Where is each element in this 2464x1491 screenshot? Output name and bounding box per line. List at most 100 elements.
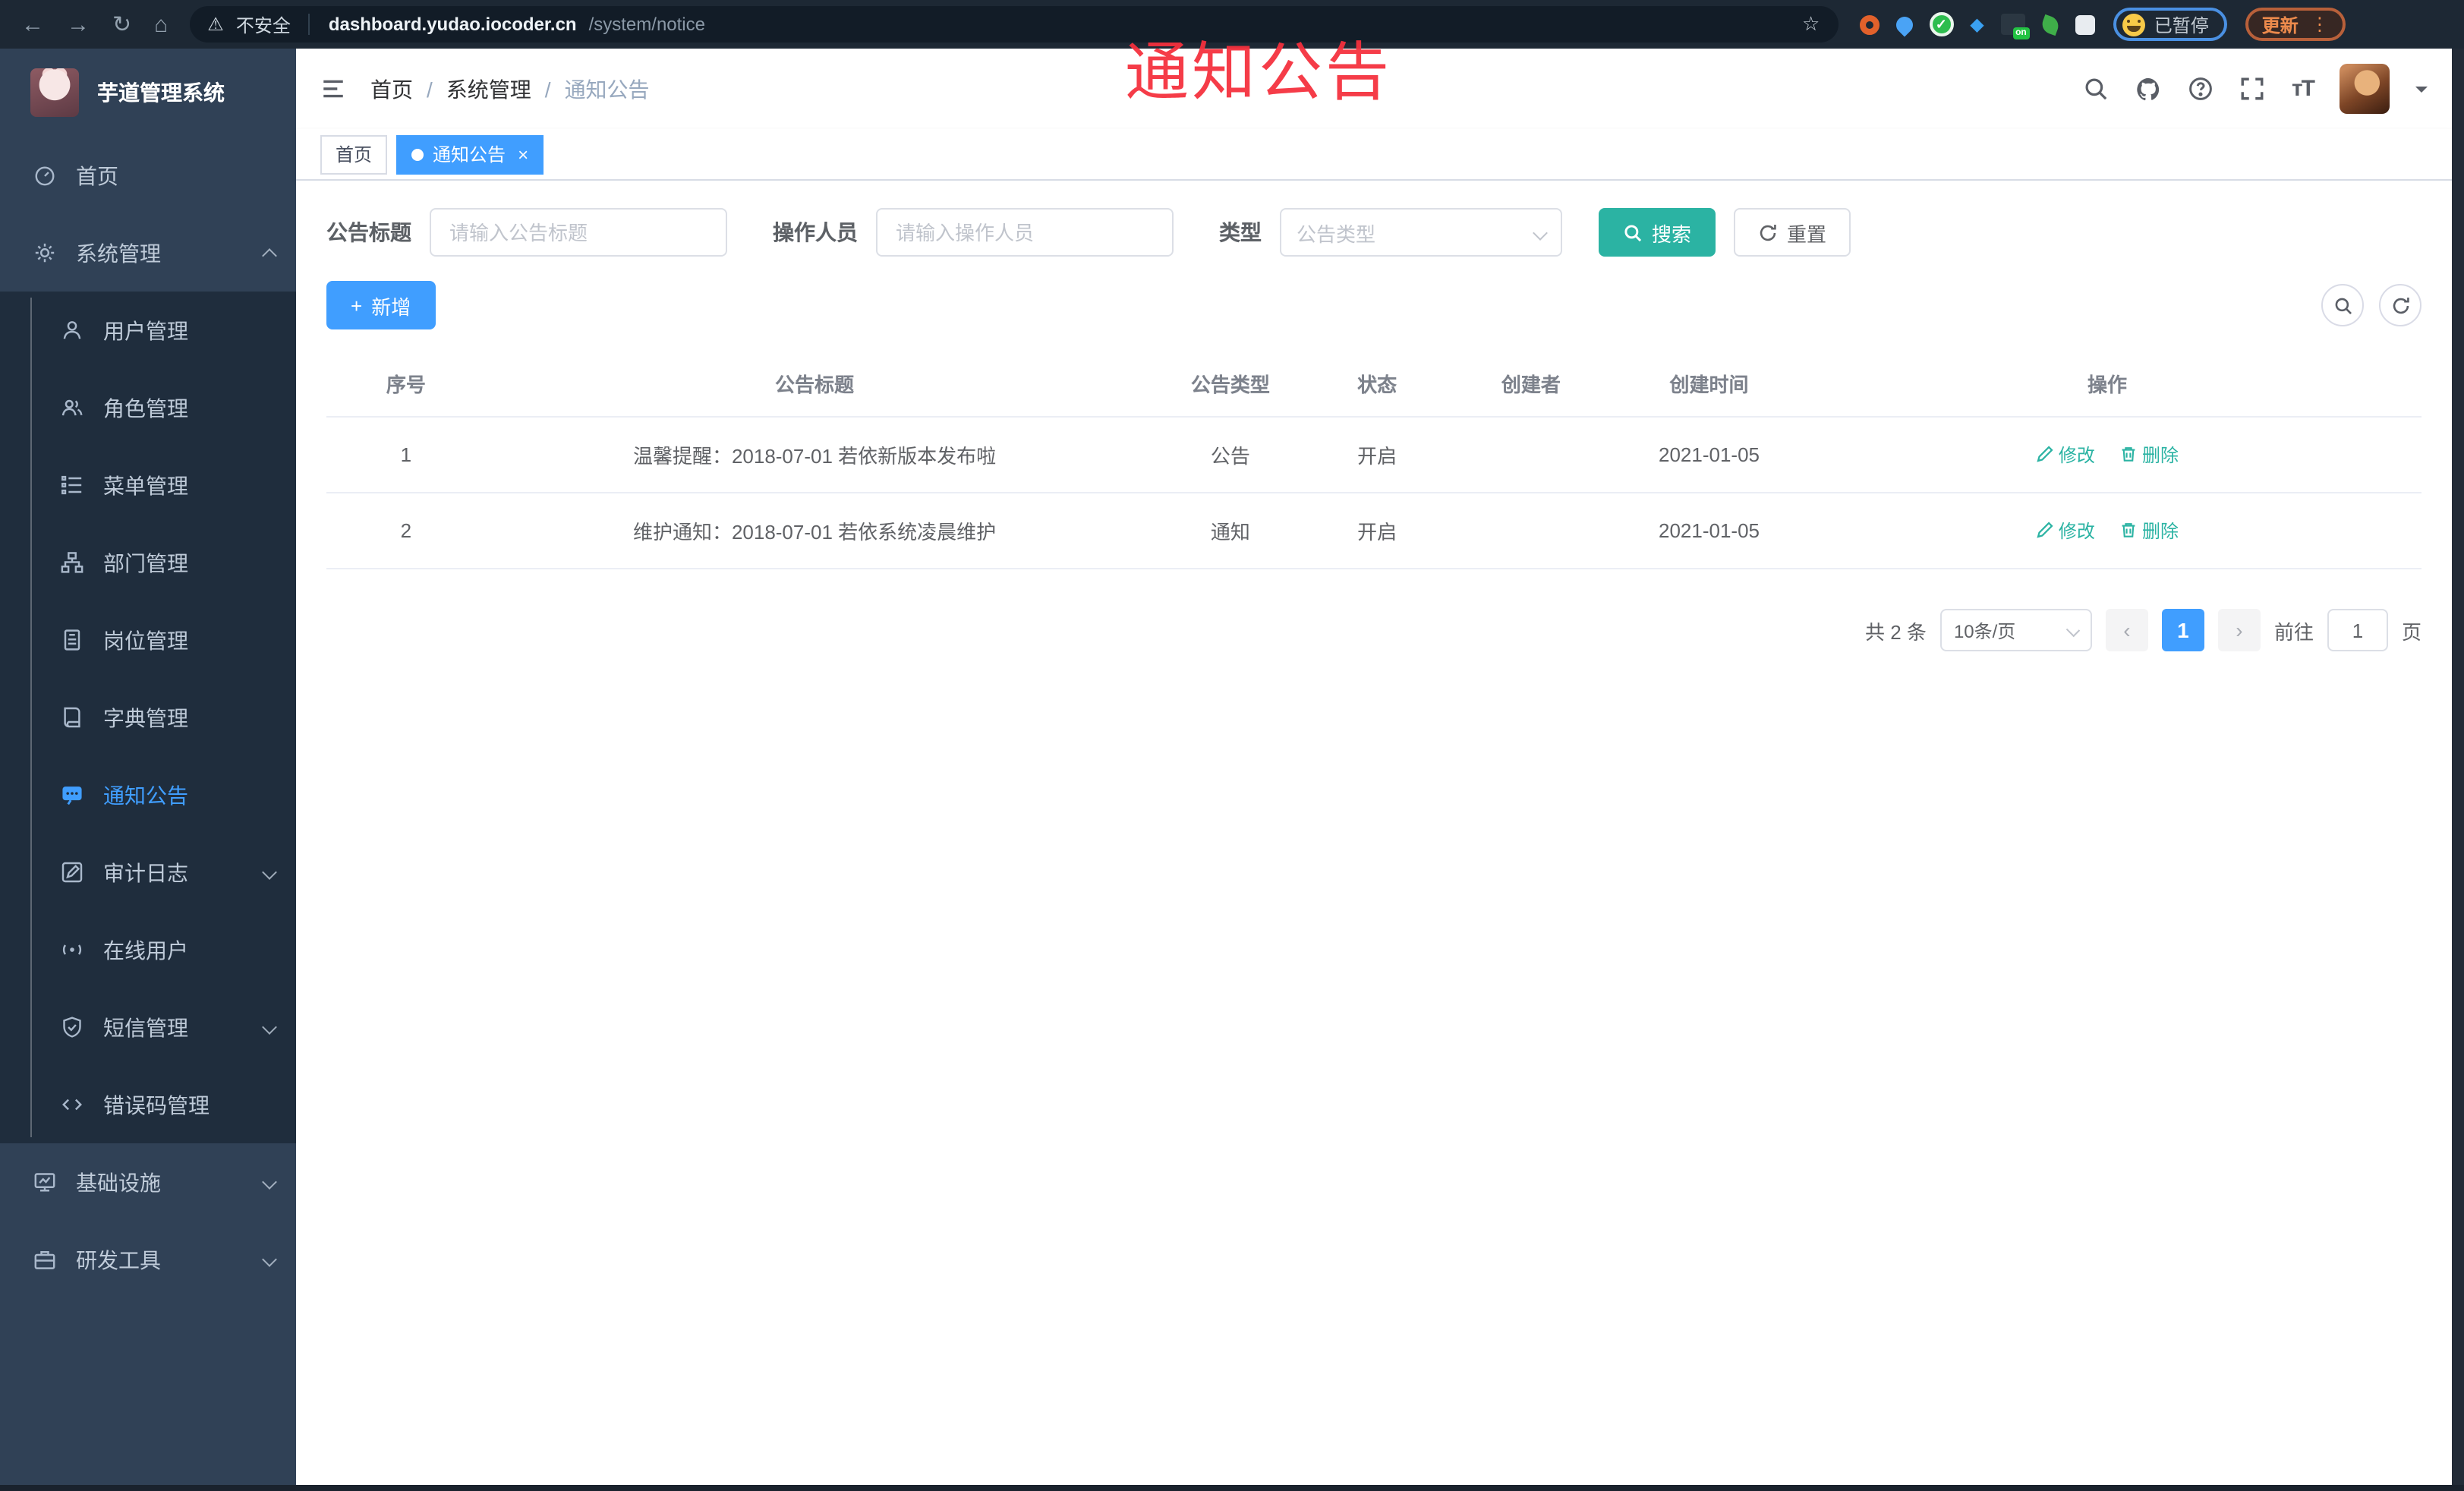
page-1-button[interactable]: 1	[2161, 609, 2204, 651]
add-button[interactable]: + 新增	[326, 281, 436, 329]
code-icon	[59, 1092, 83, 1117]
column-header-创建者: 创建者	[1436, 351, 1626, 418]
delete-button[interactable]: 删除	[2119, 442, 2179, 468]
log-icon	[59, 860, 83, 884]
reset-button[interactable]: 重置	[1734, 208, 1851, 257]
cell-creator	[1436, 417, 1626, 493]
gear-icon	[32, 241, 56, 265]
chevron-down-icon	[262, 1020, 277, 1035]
chevron-down-icon	[262, 1174, 277, 1190]
sidebar-item-label: 字典管理	[103, 705, 188, 730]
chat-icon	[59, 783, 83, 807]
sidebar-item-通知公告[interactable]: 通知公告	[0, 756, 296, 834]
page-scrollbar[interactable]	[2452, 49, 2464, 1491]
sidebar-item-审计日志[interactable]: 审计日志	[0, 834, 296, 911]
sidebar-item-菜单管理[interactable]: 菜单管理	[0, 446, 296, 524]
tab-通知公告[interactable]: 通知公告 ×	[396, 134, 544, 174]
sidebar-item-错误码管理[interactable]: 错误码管理	[0, 1066, 296, 1143]
github-icon[interactable]	[2135, 75, 2163, 102]
security-label[interactable]: 不安全	[236, 11, 291, 37]
url-host: dashboard.yudao.iocoder.cn	[328, 14, 577, 35]
menu-icon	[59, 473, 83, 497]
forward-icon[interactable]: →	[67, 13, 90, 36]
table-header-row: 序号 公告标题 公告类型 状态 创建者 创建时间 操作	[326, 351, 2421, 418]
avatar[interactable]	[2340, 64, 2390, 114]
hamburger-icon[interactable]	[320, 76, 346, 102]
shield-icon	[59, 1015, 83, 1039]
sidebar-item-label: 错误码管理	[103, 1092, 210, 1117]
extension-leaf-icon[interactable]	[2039, 13, 2061, 36]
sidebar-item-部门管理[interactable]: 部门管理	[0, 524, 296, 601]
operator-filter-label: 操作人员	[773, 220, 858, 244]
tab-label: 首页	[336, 144, 373, 165]
sidebar-item-用户管理[interactable]: 用户管理	[0, 292, 296, 369]
sidebar-item-在线用户[interactable]: 在线用户	[0, 911, 296, 988]
chevron-up-icon	[262, 248, 277, 263]
profile-emoji-icon	[2122, 13, 2145, 36]
column-header-状态: 状态	[1317, 351, 1437, 418]
sidebar-item-基础设施[interactable]: 基础设施	[0, 1143, 296, 1221]
cell-no: 1	[326, 417, 486, 493]
extension-diamond-icon[interactable]: ◆	[1970, 15, 1983, 33]
table-body: 1 温馨提醒：2018-07-01 若依新版本发布啦 公告 开启 2021-01-05 修…	[326, 417, 2421, 569]
users-icon	[59, 396, 83, 420]
badge-icon	[59, 628, 83, 652]
extension-on-badge-icon[interactable]: on	[2000, 14, 2030, 39]
extensions-puzzle-icon[interactable]	[2075, 14, 2095, 34]
sidebar-item-岗位管理[interactable]: 岗位管理	[0, 601, 296, 679]
reload-icon[interactable]: ↻	[112, 13, 131, 36]
column-header-公告类型: 公告类型	[1143, 351, 1318, 418]
search-icon[interactable]	[2084, 76, 2110, 102]
tags-view-bar: 首页 通知公告 ×	[296, 129, 2452, 181]
operator-filter-input[interactable]	[876, 208, 1174, 257]
chevron-down-icon[interactable]	[2415, 86, 2428, 98]
tab-首页[interactable]: 首页	[320, 134, 388, 174]
chevron-down-icon	[1533, 225, 1548, 240]
tools-icon	[32, 1247, 56, 1272]
prev-page-button[interactable]: ‹	[2105, 609, 2148, 651]
sidebar-item-label: 部门管理	[103, 550, 188, 575]
extension-orange-icon[interactable]	[1859, 14, 1880, 34]
page-size-select[interactable]: 10条/页	[1939, 609, 2092, 651]
sidebar-item-字典管理[interactable]: 字典管理	[0, 679, 296, 756]
goto-page-input[interactable]	[2327, 609, 2388, 651]
sidebar-item-系统管理[interactable]: 系统管理	[0, 214, 296, 292]
back-icon[interactable]: ←	[21, 13, 44, 36]
edit-button[interactable]: 修改	[2036, 442, 2095, 468]
type-select[interactable]: 公告类型	[1280, 208, 1562, 257]
profile-paused-chip[interactable]: 已暂停	[2113, 8, 2227, 41]
breadcrumb-item[interactable]: 首页	[370, 74, 413, 104]
sidebar-item-首页[interactable]: 首页	[0, 137, 296, 214]
browser-update-button[interactable]: 更新 ⋮	[2245, 8, 2346, 41]
title-filter-input[interactable]	[430, 208, 727, 257]
refresh-button[interactable]	[2379, 284, 2421, 326]
menu-kebab-icon[interactable]: ⋮	[2311, 14, 2329, 35]
app-window: 芋道管理系统 首页 系统管理 用户管理 角色管理 菜单管理 部门管理 岗位管理 字典管理 通知公…	[0, 49, 2452, 1485]
sidebar-logo-row[interactable]: 芋道管理系统	[0, 49, 296, 137]
delete-button[interactable]: 删除	[2119, 518, 2179, 544]
fullscreen-icon[interactable]	[2240, 76, 2266, 102]
sidebar-item-短信管理[interactable]: 短信管理	[0, 988, 296, 1066]
edit-button[interactable]: 修改	[2036, 518, 2095, 544]
close-icon[interactable]: ×	[518, 145, 528, 163]
bookmark-star-icon[interactable]: ☆	[1802, 12, 1820, 36]
extension-green-icon[interactable]: ✓	[1929, 12, 1954, 36]
active-tab-dot	[411, 148, 424, 160]
address-bar[interactable]: ⚠ 不安全 dashboard.yudao.iocoder.cn/system/…	[189, 6, 1839, 43]
search-button[interactable]: 搜索	[1599, 208, 1716, 257]
sidebar-item-研发工具[interactable]: 研发工具	[0, 1221, 296, 1298]
extension-pin-icon[interactable]	[1892, 12, 1916, 36]
column-header-操作: 操作	[1792, 351, 2421, 418]
notice-table: 序号 公告标题 公告类型 状态 创建者 创建时间 操作 1 温馨提醒：2018-07-01 若…	[326, 351, 2421, 569]
toggle-search-button[interactable]	[2321, 284, 2364, 326]
user-icon	[59, 318, 83, 342]
next-page-button[interactable]: ›	[2217, 609, 2261, 651]
plus-icon: +	[351, 294, 363, 317]
sidebar-item-角色管理[interactable]: 角色管理	[0, 369, 296, 446]
table-row: 2 维护通知：2018-07-01 若依系统凌晨维护 通知 开启 2021-01-05 修…	[326, 493, 2421, 569]
breadcrumb-item[interactable]: 系统管理	[446, 74, 531, 104]
home-icon[interactable]: ⌂	[154, 13, 168, 36]
help-icon[interactable]	[2188, 76, 2214, 102]
font-size-icon[interactable]: ᴛT	[2292, 76, 2315, 102]
table-tools	[2321, 284, 2421, 326]
